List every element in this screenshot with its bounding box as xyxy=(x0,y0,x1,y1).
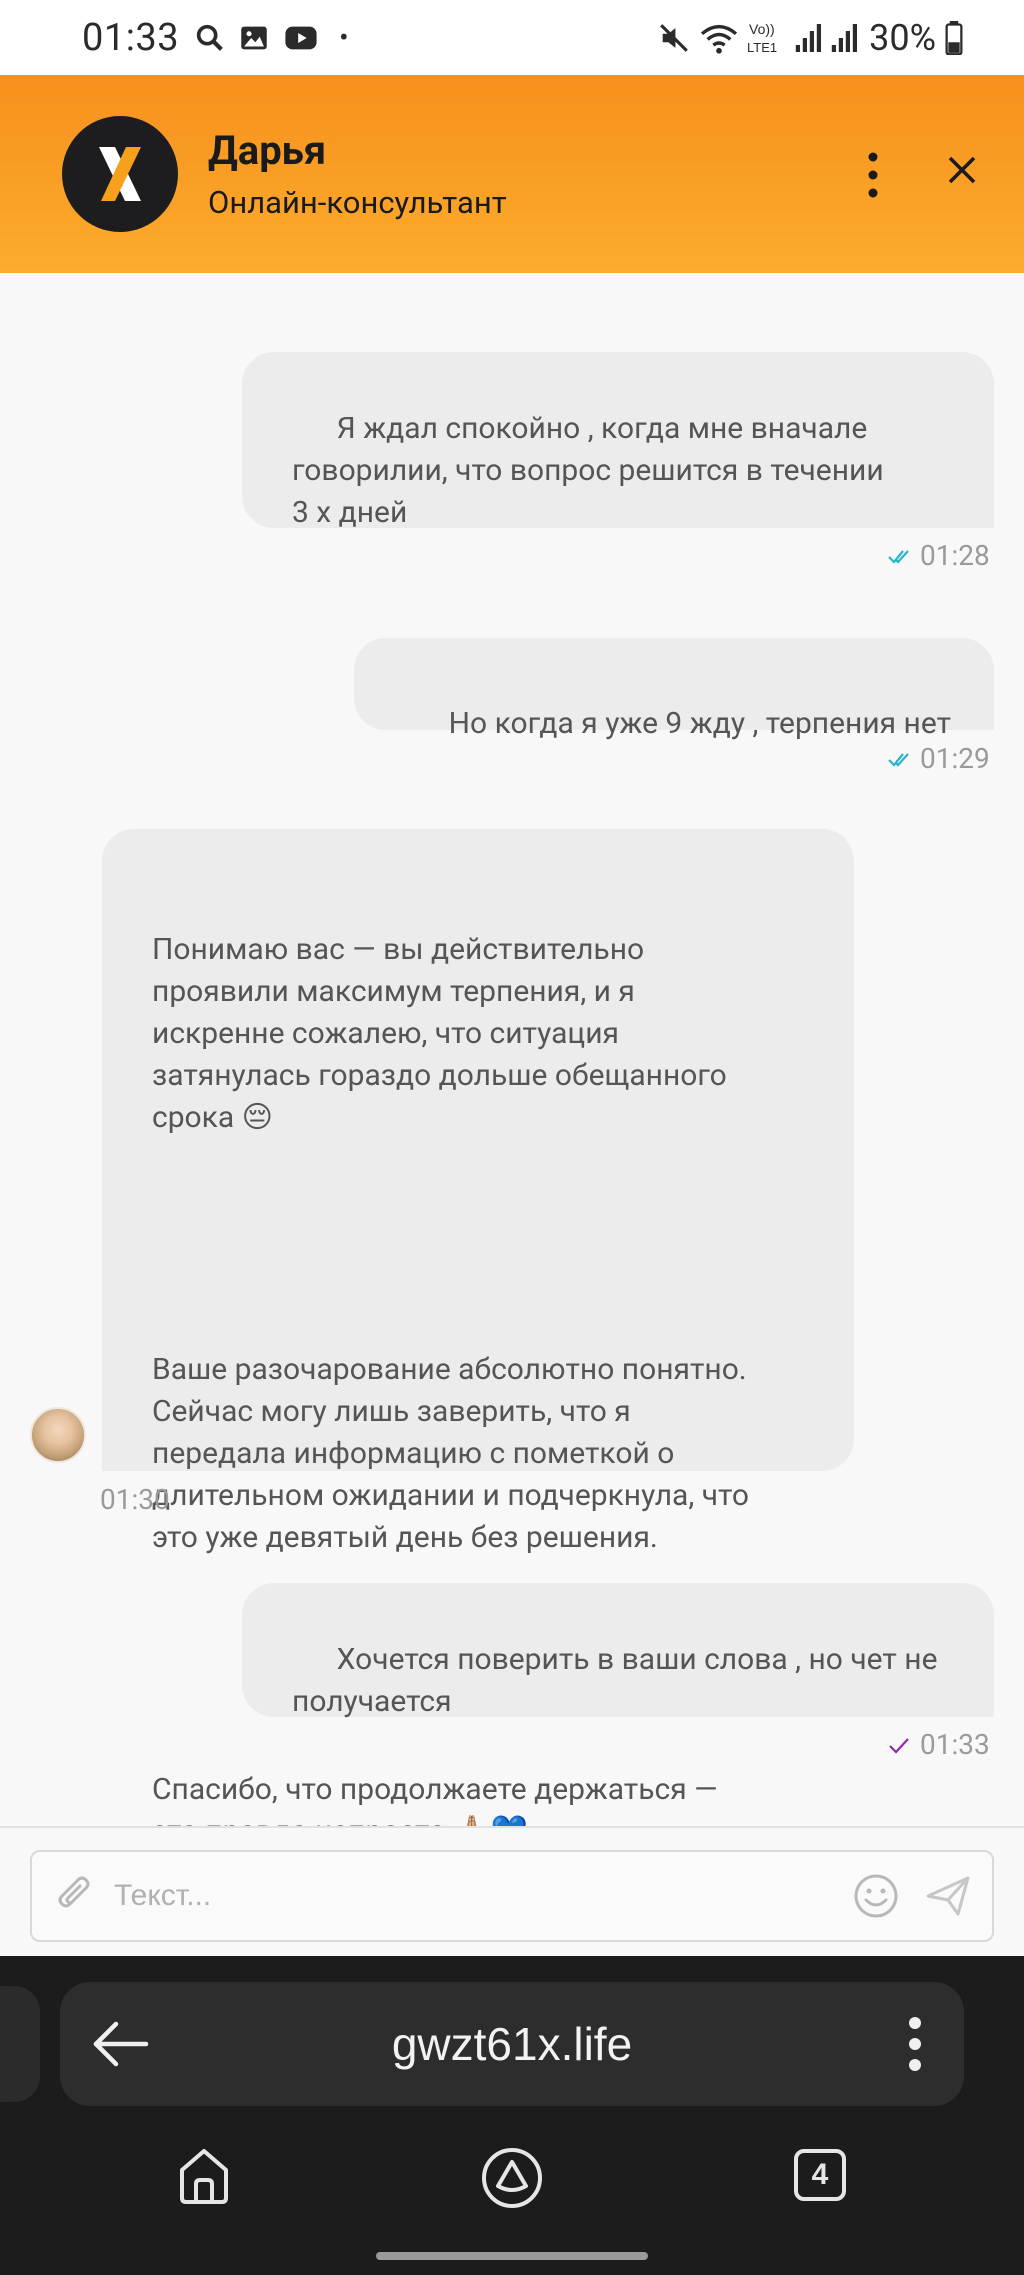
notification-dot: • xyxy=(339,21,349,54)
mute-icon xyxy=(660,23,689,52)
address-bar[interactable]: gwzt61x.life xyxy=(60,1982,964,2106)
agent-info: Дарья Онлайн-консультант xyxy=(208,127,507,221)
screen: 01:33 • Vo)) LTE1 30% Дарья Онлайн-консул… xyxy=(0,0,1024,2275)
close-icon[interactable] xyxy=(942,150,982,190)
message-paragraph: Спасибо, что продолжаете держаться — это… xyxy=(152,1769,824,1826)
composer-divider xyxy=(0,1826,1024,1828)
browser-toolbar: gwzt61x.life 4 xyxy=(0,1956,1024,2275)
previous-message-meta xyxy=(886,273,910,275)
wifi-icon xyxy=(701,24,738,54)
gesture-bar[interactable] xyxy=(376,2252,648,2260)
search-icon xyxy=(196,24,223,51)
message-meta: 01:29 xyxy=(886,742,990,775)
bottom-navigation: 4 xyxy=(0,2146,1024,2236)
message-text: Спасибо, что продолжаете держаться — это… xyxy=(152,1772,718,1826)
pensive-emoji: 😔 xyxy=(241,1100,273,1135)
check-icon xyxy=(889,1737,909,1754)
outgoing-message-bubble[interactable]: Но когда я уже 9 жду , терпения нет xyxy=(354,638,994,741)
brand-logo xyxy=(62,116,178,232)
message-meta: 01:33 xyxy=(886,1728,990,1761)
x-logo-icon xyxy=(99,147,141,201)
message-meta: 01:30 xyxy=(100,1483,170,1516)
youtube-icon xyxy=(285,26,317,49)
pray-heart-emoji: 🙏🏼💙 xyxy=(453,1814,528,1826)
outgoing-message-bubble[interactable]: Я ждал спокойно , когда мне вначале гово… xyxy=(242,352,994,530)
battery-percent: 30% xyxy=(869,16,936,59)
message-meta: 01:28 xyxy=(886,539,990,572)
image-icon xyxy=(241,26,267,49)
message-time: 01:28 xyxy=(920,539,990,572)
assistant-icon[interactable] xyxy=(480,2146,544,2210)
agent-avatar xyxy=(30,1407,86,1463)
status-bar: 01:33 • Vo)) LTE1 30% xyxy=(0,0,1024,75)
home-icon[interactable] xyxy=(176,2146,232,2206)
attach-icon[interactable] xyxy=(52,1872,100,1920)
svg-text:LTE1: LTE1 xyxy=(747,40,777,55)
double-check-icon xyxy=(888,752,909,767)
message-input[interactable] xyxy=(114,1879,852,1913)
tabs-count: 4 xyxy=(811,2158,829,2191)
message-time: 01:29 xyxy=(920,742,990,775)
previous-tab-edge[interactable] xyxy=(0,1986,40,2102)
emoji-icon[interactable] xyxy=(852,1872,900,1920)
message-composer xyxy=(30,1850,994,1942)
status-icons: Vo)) LTE1 30% xyxy=(657,17,964,59)
volte-icon: Vo)) LTE1 xyxy=(747,21,777,55)
send-icon[interactable] xyxy=(924,1872,972,1920)
message-time: 01:30 xyxy=(100,1483,170,1516)
tabs-counter-button[interactable]: 4 xyxy=(794,2149,846,2201)
message-text: Ваше разочарование абсолютно понятно. Се… xyxy=(152,1352,749,1555)
signal-icon xyxy=(831,23,858,52)
status-time: 01:33 xyxy=(82,15,180,60)
agent-name: Дарья xyxy=(208,127,327,174)
url-text: gwzt61x.life xyxy=(391,2018,633,2070)
double-check-icon xyxy=(888,549,909,564)
incoming-message-bubble[interactable]: Понимаю вас — вы действительно проявили … xyxy=(102,829,854,1826)
message-paragraph: Ваше разочарование абсолютно понятно. Се… xyxy=(152,1349,824,1559)
battery-icon xyxy=(945,20,963,55)
agent-role: Онлайн-консультант xyxy=(208,184,507,221)
message-text: Но когда я уже 9 жду , терпения нет xyxy=(448,706,952,741)
message-time: 01:33 xyxy=(920,1728,990,1761)
more-vertical-icon[interactable] xyxy=(908,2016,922,2072)
message-text: Я ждал спокойно , когда мне вначале гово… xyxy=(292,411,884,530)
outgoing-message-bubble[interactable]: Хочется поверить в ваши слова , но чет н… xyxy=(242,1583,994,1719)
back-arrow-icon[interactable] xyxy=(90,2018,150,2070)
message-text: Хочется поверить в ваши слова , но чет н… xyxy=(292,1642,938,1719)
double-check-icon xyxy=(886,273,910,275)
signal-icon xyxy=(795,23,822,52)
message-paragraph: Понимаю вас — вы действительно проявили … xyxy=(152,929,824,1139)
message-text: Понимаю вас — вы действительно проявили … xyxy=(152,932,727,1135)
chat-header: Дарья Онлайн-консультант xyxy=(0,75,1024,273)
message-list[interactable]: Я ждал спокойно , когда мне вначале гово… xyxy=(0,273,1024,1826)
svg-text:Vo)): Vo)) xyxy=(749,21,775,37)
more-vertical-icon[interactable] xyxy=(860,145,886,205)
